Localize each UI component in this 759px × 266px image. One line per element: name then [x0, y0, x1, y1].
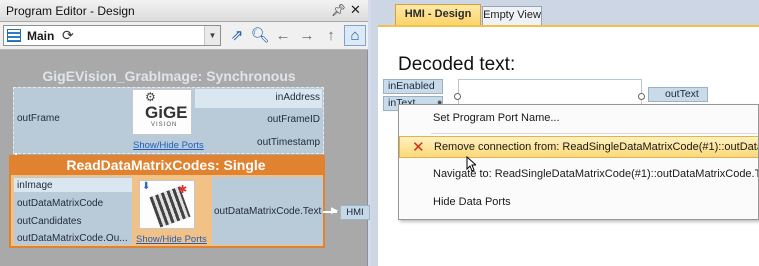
search-icon[interactable]: 🔍︎: [249, 25, 271, 46]
program-editor-panel: Program Editor - Design 📌︎ ✕ Main ⟳ ▼ ⇗ …: [0, 0, 370, 266]
port-outtimestamp[interactable]: outTimestamp: [257, 137, 320, 148]
chevron-down-icon[interactable]: ▼: [204, 26, 220, 45]
port-inimage[interactable]: inImage: [17, 180, 53, 191]
context-menu: Set Program Port Name... ✕ Remove connec…: [398, 104, 759, 220]
port-outdatamatrixcode-text[interactable]: outDataMatrixCode.Text: [214, 206, 321, 217]
block2-outputs-area: outDataMatrixCode.Text: [212, 177, 323, 245]
resize-handle[interactable]: [638, 93, 645, 100]
download-arrow-icon: ⬇: [142, 181, 151, 192]
back-arrow-icon[interactable]: ←: [272, 25, 294, 46]
port-outdatamatrixcode[interactable]: outDataMatrixCode: [17, 198, 103, 209]
marker-icon: ✱: [178, 184, 188, 196]
program-select[interactable]: Main ⟳ ▼: [3, 25, 221, 46]
port-outframeid[interactable]: outFrameID: [267, 114, 320, 125]
close-icon[interactable]: ✕: [350, 2, 361, 18]
panel-title: Program Editor - Design: [6, 4, 135, 18]
port-outcandidates[interactable]: outCandidates: [17, 216, 82, 227]
decoded-text-label[interactable]: Decoded text:: [398, 54, 515, 76]
resize-handle[interactable]: [454, 93, 461, 100]
refresh-icon[interactable]: ⟳: [62, 27, 74, 44]
block2-header[interactable]: ReadDataMatrixCodes: Single: [9, 155, 325, 175]
grab-image-block[interactable]: outFrame ⚙ GiGE VISION Show/Hide Ports i…: [13, 87, 324, 154]
port-outdatamatrixcode-ou[interactable]: outDataMatrixCode.Ou...: [17, 233, 128, 244]
menu-item-set-port-name[interactable]: Set Program Port Name...: [399, 108, 758, 130]
port-outtext[interactable]: outText: [648, 87, 708, 102]
block1-title[interactable]: GigEVision_GrabImage: Synchronous: [14, 68, 324, 84]
datamatrix-image: ⬇ ✱: [139, 180, 195, 229]
hmi-port-tag[interactable]: HMI: [340, 205, 370, 220]
port-inaddress[interactable]: inAddress: [276, 92, 320, 103]
read-datamatrix-block[interactable]: inImage outDataMatrixCode outCandidates …: [9, 175, 325, 248]
menu-item-hide-data-ports[interactable]: Hide Data Ports: [399, 192, 758, 214]
up-arrow-icon[interactable]: ↑: [320, 25, 342, 46]
forward-arrow-icon[interactable]: →: [296, 25, 318, 46]
editor-toolbar: Main ⟳ ▼ ⇗ 🔍︎ ← → ↑ ⌂: [0, 22, 368, 50]
right-arrow-icon: ▶: [331, 205, 338, 215]
gear-icon: ⚙: [145, 90, 156, 104]
port-inenabled[interactable]: inEnabled: [383, 79, 443, 94]
list-icon: [7, 29, 21, 42]
program-select-value: Main: [27, 29, 55, 43]
tab-hmi-design[interactable]: HMI - Design: [395, 4, 481, 25]
block2-title: ReadDataMatrixCodes: Single: [66, 157, 266, 173]
menu-separator: [431, 133, 757, 134]
pin-icon[interactable]: 📌︎: [331, 3, 346, 17]
gige-logo-text: GiGE: [145, 103, 188, 122]
gige-logo-sub: VISION: [151, 122, 178, 128]
external-icon[interactable]: ⇗: [226, 25, 248, 46]
menu-item-remove-connection[interactable]: ✕ Remove connection from: ReadSingleData…: [399, 136, 758, 158]
show-hide-ports-link[interactable]: Show/Hide Ports: [136, 234, 207, 245]
gige-logo: ⚙ GiGE VISION: [132, 89, 192, 135]
block2-inputs-area: inImage outDataMatrixCode outCandidates …: [14, 177, 132, 245]
remove-x-icon: ✕: [412, 139, 425, 156]
home-icon[interactable]: ⌂: [344, 25, 366, 46]
panel-title-bar: Program Editor - Design 📌︎ ✕: [0, 0, 368, 22]
show-hide-ports-link[interactable]: Show/Hide Ports: [133, 140, 204, 151]
mouse-cursor-icon: [466, 156, 476, 172]
port-outframe[interactable]: outFrame: [17, 113, 60, 124]
tab-empty-view[interactable]: Empty View: [482, 6, 542, 25]
menu-item-navigate-to[interactable]: Navigate to: ReadSingleDataMatrixCode(#1…: [399, 164, 758, 186]
